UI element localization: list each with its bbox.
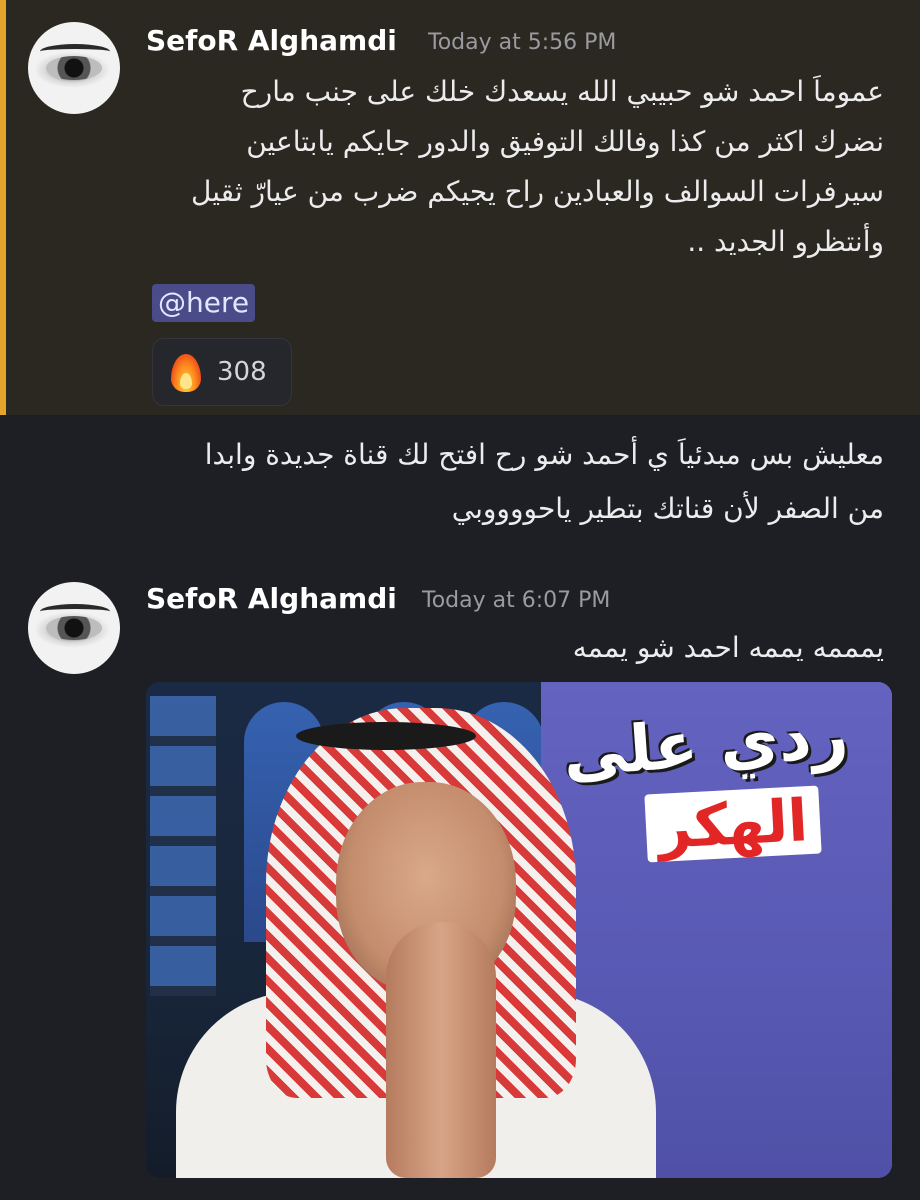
message-line: معليش بس مبدئياَ ي أحمد شو رح افتح لك قن… (204, 438, 884, 471)
user-avatar[interactable] (28, 22, 120, 114)
message-highlighted: SefoR Alghamdi Today at 5:56 PM عموماَ ا… (0, 0, 920, 415)
eye-icon (46, 616, 102, 640)
message-continuation: معليش بس مبدئياَ ي أحمد شو رح افتح لك قن… (0, 415, 920, 555)
embedded-image[interactable]: ردي على الهكر (146, 682, 892, 1178)
shelf-lights (150, 696, 216, 996)
message-line: من الصفر لأن قناتك بتطير ياحووووبي (451, 492, 884, 525)
reaction-button[interactable]: 308 (152, 338, 292, 406)
timestamp: Today at 5:56 PM (428, 30, 617, 55)
message-line: نضرك اكثر من كذا وفالك التوفيق والدور جا… (246, 125, 884, 158)
username[interactable]: SefoR Alghamdi (146, 582, 397, 615)
praying-hands (386, 922, 496, 1178)
message-line: وأنتظرو الجديد .. (687, 225, 884, 258)
message-line: عموماَ احمد شو حبيبي الله يسعدك خلك على … (240, 75, 884, 108)
message-line: يمممه يممه احمد شو يممه (572, 631, 884, 664)
image-title-line-2: الهكر (644, 785, 822, 863)
here-mention[interactable]: @here (152, 284, 256, 322)
username[interactable]: SefoR Alghamdi (146, 24, 397, 57)
person-agal (296, 722, 476, 750)
fire-icon (171, 352, 201, 392)
message-line: سيرفرات السوالف والعبادين راح يجيكم ضرب … (191, 175, 884, 208)
reaction-count: 308 (217, 357, 267, 387)
user-avatar[interactable] (28, 582, 120, 674)
eye-icon (46, 56, 102, 80)
timestamp: Today at 6:07 PM (422, 588, 611, 613)
